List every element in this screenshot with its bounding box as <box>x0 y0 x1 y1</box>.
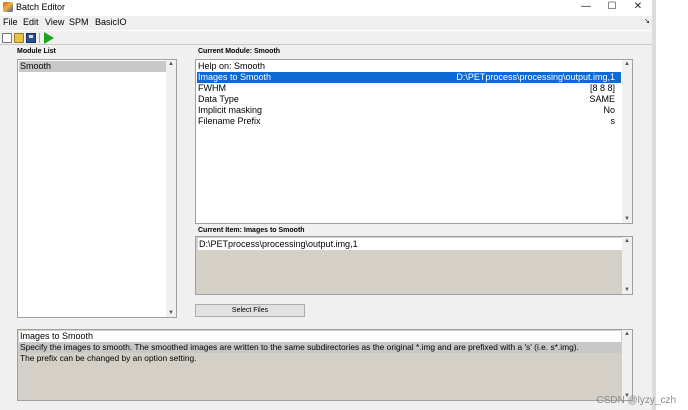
module-list[interactable]: Smooth ▲ ▼ <box>17 59 177 318</box>
close-button[interactable]: ✕ <box>626 0 650 15</box>
open-folder-icon[interactable] <box>14 33 24 43</box>
option-name: Help on: Smooth <box>198 61 266 71</box>
new-file-icon[interactable] <box>2 33 12 43</box>
current-module-label: Current Module: Smooth <box>198 48 281 55</box>
option-value: D:\PETprocess\processing\output.img,1 <box>456 72 615 82</box>
scroll-up-icon[interactable]: ▲ <box>622 237 632 245</box>
menu-basicio[interactable]: BasicIO <box>95 17 127 27</box>
module-list-item[interactable]: Smooth <box>19 61 168 72</box>
scroll-up-icon[interactable]: ▲ <box>622 60 632 68</box>
scroll-down-icon[interactable]: ▼ <box>622 215 632 223</box>
toolbar-separator <box>39 33 40 43</box>
option-name: Filename Prefix <box>198 116 261 126</box>
help-title: Images to Smooth <box>19 331 621 342</box>
current-item-label: Current Item: Images to Smooth <box>198 227 305 234</box>
module-option-row[interactable]: Help on: Smooth <box>197 61 621 72</box>
save-icon[interactable] <box>26 33 36 43</box>
module-list-label: Module List <box>17 48 56 55</box>
option-name: Implicit masking <box>198 105 263 115</box>
scroll-up-icon[interactable]: ▲ <box>166 60 176 68</box>
window-title-bar <box>0 0 652 15</box>
option-name: FWHM <box>198 83 226 93</box>
watermark: CSDN @lyzy_czh <box>596 395 676 406</box>
menu-file[interactable]: File <box>3 17 18 27</box>
module-option-row[interactable]: FWHM [8 8 8] <box>197 83 621 94</box>
menu-view[interactable]: View <box>45 17 64 27</box>
current-item-scrollbar[interactable]: ▲ ▼ <box>622 237 632 294</box>
option-value: No <box>603 105 615 115</box>
menu-bar: File Edit View SPM BasicIO <box>0 16 652 30</box>
current-item-value[interactable]: D:\PETprocess\processing\output.img,1 <box>198 238 623 250</box>
scroll-down-icon[interactable]: ▼ <box>622 286 632 294</box>
maximize-button[interactable]: ☐ <box>600 0 624 15</box>
option-name: Images to Smooth <box>198 72 272 82</box>
window-title: Batch Editor <box>16 2 66 12</box>
module-list-scrollbar[interactable]: ▲ ▼ <box>166 60 176 317</box>
option-value: [8 8 8] <box>589 83 615 93</box>
option-name: Data Type <box>198 94 239 104</box>
arrow-icon[interactable]: ↘ <box>644 17 650 25</box>
menu-edit[interactable]: Edit <box>23 17 39 27</box>
menu-spm[interactable]: SPM <box>69 17 89 27</box>
current-module-scrollbar[interactable]: ▲ ▼ <box>622 60 632 223</box>
help-text-line: The prefix can be changed by an option s… <box>20 353 197 363</box>
help-text-line: Specify the images to smooth. The smooth… <box>19 342 621 353</box>
module-option-row[interactable]: Filename Prefix s <box>197 116 621 127</box>
option-value: s <box>610 116 616 126</box>
current-module-list[interactable]: Help on: Smooth Images to Smooth D:\PETp… <box>195 59 633 224</box>
module-option-row-selected[interactable]: Images to Smooth D:\PETprocess\processin… <box>197 72 621 83</box>
toolbar <box>0 31 652 45</box>
help-text-box[interactable]: Images to Smooth Specify the images to s… <box>17 329 633 401</box>
module-option-row[interactable]: Implicit masking No <box>197 105 621 116</box>
scroll-up-icon[interactable]: ▲ <box>622 330 632 338</box>
window-edge <box>652 0 656 410</box>
module-option-row[interactable]: Data Type SAME <box>197 94 621 105</box>
select-files-button[interactable]: Select Files <box>195 304 305 317</box>
scroll-down-icon[interactable]: ▼ <box>166 309 176 317</box>
run-icon[interactable] <box>44 32 54 44</box>
option-value: SAME <box>589 94 615 104</box>
minimize-button[interactable]: — <box>574 0 598 15</box>
matlab-app-icon <box>3 2 13 12</box>
current-item-box[interactable]: D:\PETprocess\processing\output.img,1 ▲ … <box>195 236 633 295</box>
help-scrollbar[interactable]: ▲ ▼ <box>622 330 632 400</box>
